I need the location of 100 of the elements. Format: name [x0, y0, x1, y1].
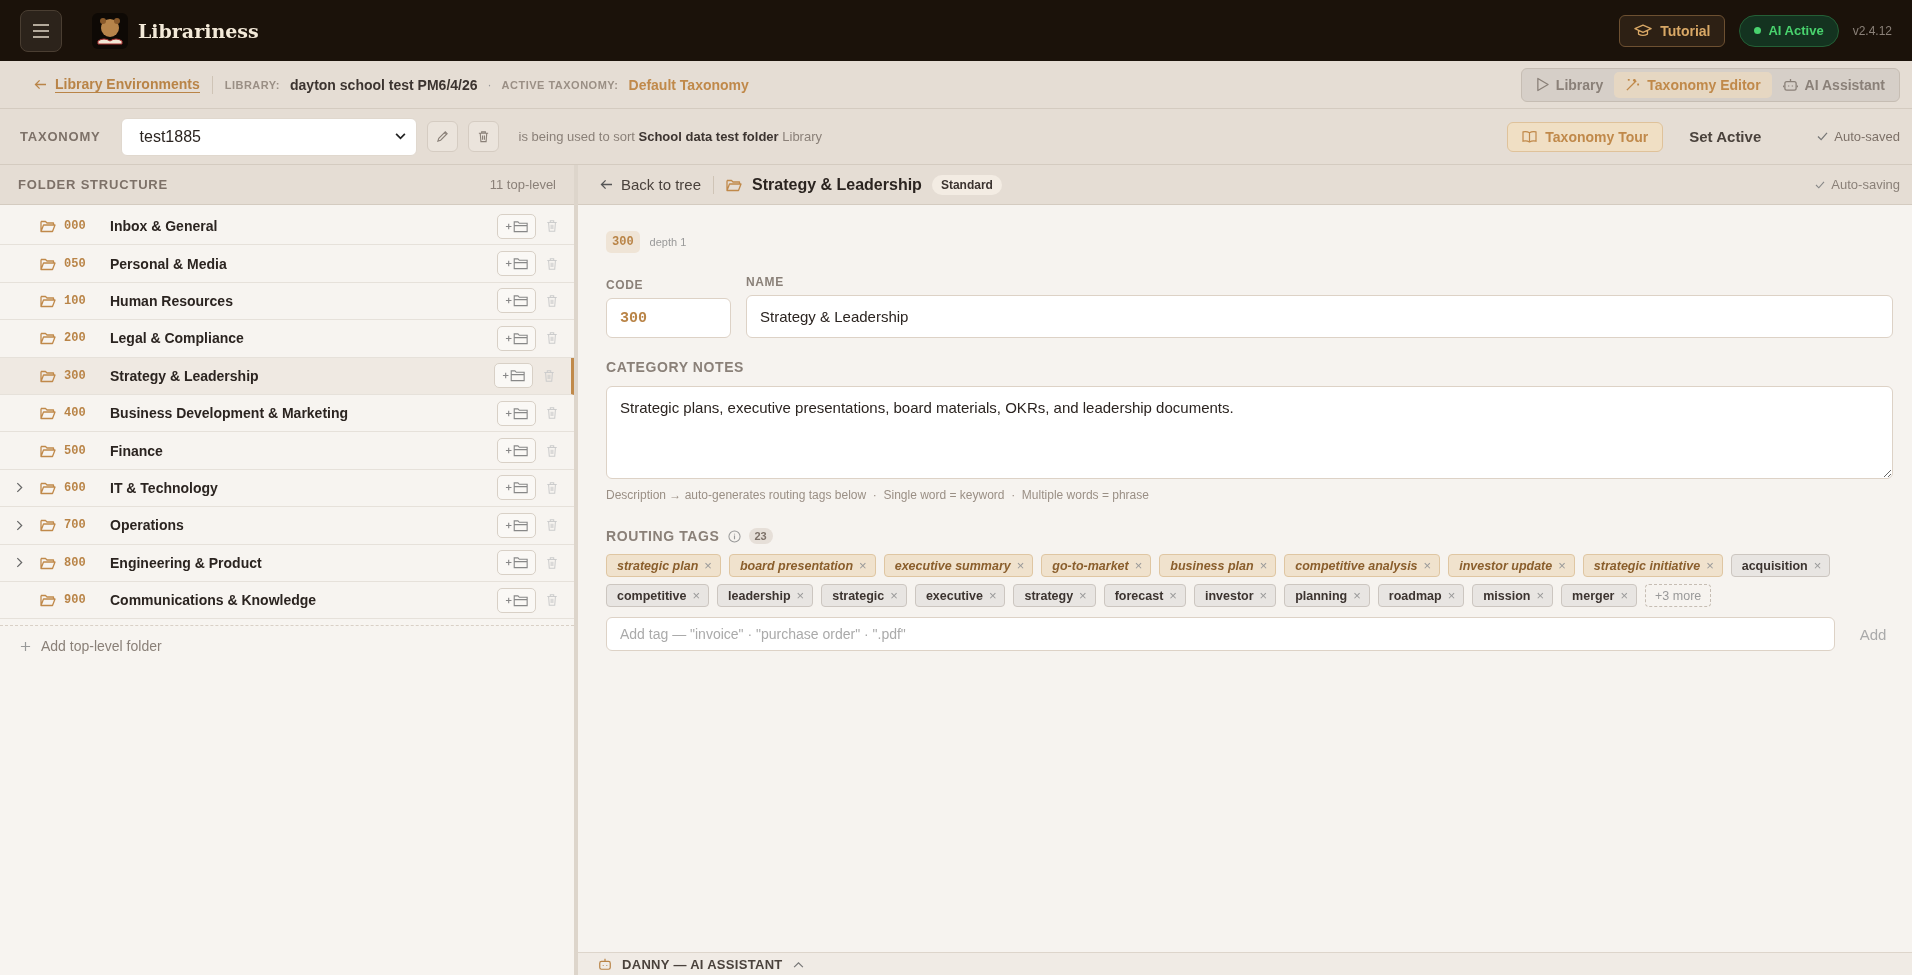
- usage-text: is being used to sort School data test folder Library: [518, 129, 822, 144]
- remove-tag-button[interactable]: ×: [796, 588, 805, 603]
- folder-name: Personal & Media: [110, 255, 227, 272]
- remove-tag-button[interactable]: ×: [1706, 558, 1714, 573]
- add-folder-icon: [504, 331, 529, 345]
- add-folder-icon: [504, 257, 529, 271]
- add-top-level-folder-link[interactable]: Add top-level folder: [0, 626, 574, 667]
- folder-name: IT & Technology: [110, 479, 218, 496]
- active-taxonomy-name: Default Taxonomy: [628, 76, 749, 93]
- remove-tag-button[interactable]: ×: [1259, 558, 1268, 573]
- remove-tag-button[interactable]: ×: [704, 558, 712, 573]
- folder-row[interactable]: 200 Legal & Compliance: [0, 320, 574, 358]
- folder-row[interactable]: 500 Finance: [0, 432, 574, 470]
- check-icon: [1815, 180, 1826, 189]
- name-input[interactable]: Strategy & Leadership: [746, 295, 1893, 338]
- auto-saving-status: Auto-saving: [1815, 177, 1900, 192]
- taxonomy-tour-button[interactable]: Taxonomy Tour: [1507, 121, 1664, 152]
- folder-row[interactable]: 300 Strategy & Leadership: [0, 357, 574, 395]
- folder-row[interactable]: 600 IT & Technology: [0, 469, 574, 508]
- mode-tab[interactable]: Library: [1524, 71, 1615, 98]
- remove-tag-button[interactable]: ×: [1016, 558, 1025, 573]
- add-folder-icon: [504, 593, 529, 607]
- folder-row[interactable]: 700 Operations: [0, 507, 574, 545]
- routing-tags-label: ROUTING TAGS: [606, 528, 720, 544]
- tag-text: competitive: [617, 588, 687, 603]
- remove-tag-button[interactable]: ×: [1169, 588, 1177, 603]
- remove-tag-button[interactable]: ×: [1447, 588, 1456, 603]
- menu-button[interactable]: [20, 9, 62, 52]
- folder-row[interactable]: 900 Communications & Knowledge: [0, 581, 574, 620]
- add-subfolder-button[interactable]: [497, 587, 536, 613]
- add-tag-button[interactable]: Add: [1853, 624, 1893, 644]
- chevron-right-icon[interactable]: [16, 519, 23, 531]
- add-subfolder-button[interactable]: [497, 325, 536, 351]
- remove-tag-button[interactable]: ×: [988, 588, 997, 603]
- assistant-bar[interactable]: DANNY — AI ASSISTANT: [578, 952, 1912, 975]
- notes-textarea[interactable]: Strategic plans, executive presentations, board materials, OKRs, and leadership documents.: [606, 386, 1893, 479]
- remove-tag-button[interactable]: ×: [1536, 588, 1545, 603]
- pencil-icon: [435, 130, 449, 143]
- add-folder-icon: [504, 444, 529, 458]
- folder-code: 700: [64, 518, 87, 533]
- edit-button[interactable]: [426, 121, 458, 152]
- auto-saved-status: Auto-saved: [1817, 129, 1900, 144]
- add-subfolder-button[interactable]: [497, 438, 536, 464]
- add-subfolder-button[interactable]: [497, 512, 536, 538]
- folder-icon: [40, 368, 56, 383]
- folder-code: 600: [64, 480, 87, 495]
- depth-label: depth 1: [649, 236, 687, 248]
- chevron-right-icon[interactable]: [16, 482, 23, 494]
- standard-badge: Standard: [931, 174, 1002, 195]
- folder-code: 000: [64, 219, 87, 234]
- add-subfolder-button[interactable]: [497, 213, 536, 239]
- remove-tag-button[interactable]: ×: [1558, 558, 1566, 573]
- chevron-right-icon[interactable]: [16, 557, 23, 569]
- remove-tag-button[interactable]: ×: [692, 588, 701, 603]
- tag-count-badge: 23: [748, 528, 773, 544]
- assistant-title: DANNY — AI ASSISTANT: [622, 956, 783, 972]
- delete-button[interactable]: [467, 121, 499, 152]
- mode-tab[interactable]: Taxonomy Editor: [1614, 71, 1772, 98]
- info-icon[interactable]: [727, 529, 741, 543]
- remove-tag-button[interactable]: ×: [859, 558, 867, 573]
- add-subfolder-button[interactable]: [497, 400, 536, 426]
- logo-icon: [92, 12, 128, 49]
- folder-row[interactable]: 050 Personal & Media: [0, 245, 574, 283]
- add-folder-icon: [504, 294, 529, 308]
- add-subfolder-button[interactable]: [497, 288, 536, 314]
- set-active-button[interactable]: Set Active: [1683, 127, 1768, 146]
- folder-row[interactable]: 100 Human Resources: [0, 282, 574, 321]
- mode-tab[interactable]: AI Assistant: [1771, 71, 1896, 98]
- add-subfolder-button[interactable]: [497, 251, 536, 277]
- library-label: LIBRARY:: [224, 78, 281, 91]
- remove-tag-button[interactable]: ×: [1423, 558, 1432, 573]
- add-tag-input[interactable]: Add tag — "invoice" · "purchase order" · ".pdf": [606, 617, 1835, 651]
- remove-tag-button[interactable]: ×: [1620, 588, 1629, 603]
- folder-icon: [40, 480, 56, 495]
- remove-tag-button[interactable]: ×: [1813, 558, 1822, 573]
- add-subfolder-button[interactable]: [497, 475, 536, 501]
- folder-name: Finance: [110, 442, 163, 459]
- add-folder-icon: [504, 518, 529, 532]
- folder-name: Engineering & Product: [110, 554, 262, 571]
- more-tags-button[interactable]: +3 more: [1645, 584, 1712, 607]
- remove-tag-button[interactable]: ×: [1353, 588, 1361, 603]
- remove-tag-button[interactable]: ×: [1079, 588, 1087, 603]
- add-subfolder-button[interactable]: [497, 550, 536, 576]
- plus-icon: [20, 640, 31, 652]
- folder-row[interactable]: 400 Business Development & Marketing: [0, 394, 574, 433]
- remove-tag-button[interactable]: ×: [1259, 588, 1268, 603]
- folder-row[interactable]: 800 Engineering & Product: [0, 544, 574, 582]
- remove-tag-button[interactable]: ×: [890, 588, 898, 603]
- remove-tag-button[interactable]: ×: [1134, 558, 1143, 573]
- arrow-left-icon: [600, 179, 613, 190]
- back-to-tree-link[interactable]: Back to tree: [600, 176, 702, 193]
- back-link[interactable]: Library Environments: [34, 76, 200, 93]
- taxonomy-field-label: TAXONOMY: [20, 129, 101, 144]
- tag-text: strategic plan: [617, 558, 699, 573]
- add-subfolder-button[interactable]: [494, 363, 533, 389]
- folder-icon: [40, 593, 56, 608]
- code-input[interactable]: 300: [606, 298, 731, 338]
- folder-row[interactable]: 000 Inbox & General: [0, 208, 574, 246]
- taxonomy-select[interactable]: test1885: [120, 117, 417, 156]
- tutorial-button[interactable]: Tutorial: [1619, 14, 1726, 47]
